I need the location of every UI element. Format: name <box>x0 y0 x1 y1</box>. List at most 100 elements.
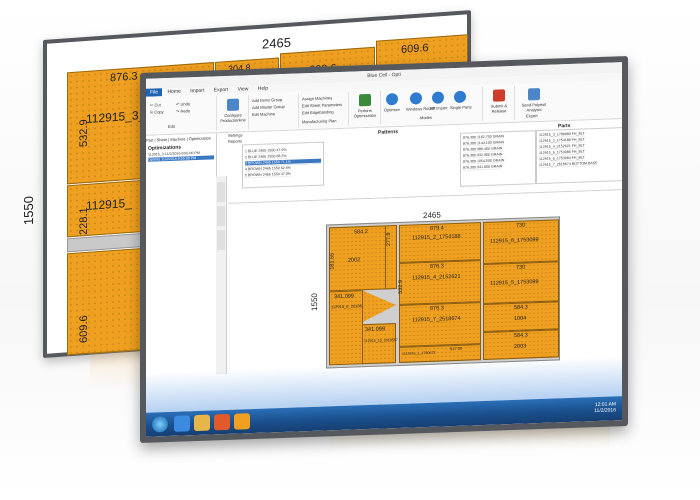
part-dimension: 730 <box>516 264 526 271</box>
part[interactable]: 584.3 2003 <box>483 329 559 361</box>
part[interactable]: 277.8 <box>385 225 397 290</box>
assign-machines-button[interactable]: Assign Machines <box>302 95 332 101</box>
side-tab[interactable] <box>217 230 225 251</box>
redo-button[interactable]: ↷ Redo <box>176 108 190 113</box>
part-dimension: 584.3 <box>514 332 528 339</box>
tab-part[interactable]: Part <box>146 138 153 143</box>
part-label: 112915_10_2018557 <box>364 338 398 344</box>
start-button-icon[interactable] <box>152 416 168 433</box>
edit-sheet-button[interactable]: Edit Sheet Parameters <box>302 102 342 108</box>
tab-optimization[interactable]: Optimization <box>189 136 211 142</box>
side-tab[interactable] <box>217 206 225 227</box>
table-row[interactable]: 876.300 941.600 GRAIN <box>463 164 503 171</box>
ribbon-group-config: Configure Productionline <box>218 95 249 131</box>
sheets-grid: 1 BLUE 2465 1550 47.9% 2 BLUE 2465 1550 … <box>242 141 324 189</box>
part[interactable]: 341.099 112915_10_2018557 <box>362 323 398 365</box>
copy-button[interactable]: ⎘ Copy <box>150 109 164 114</box>
part-dimension: 730 <box>516 222 526 229</box>
ribbon-group-edit: ✂ Cut ⎘ Copy ↶ Undo ↷ Redo Edit <box>146 96 217 133</box>
export-label: Send Polyexit Analysis <box>521 101 547 113</box>
part-label: 112915_8_2018657 <box>331 303 367 310</box>
panel-dimension: 609.6 <box>401 42 429 56</box>
optimize-icon[interactable] <box>386 92 398 106</box>
part[interactable]: 341.099 112915_8_2018657 <box>329 290 363 365</box>
ribbon-group-machines: Assign Machines Edit Sheet Parameters Ed… <box>300 91 349 128</box>
rotate-icon[interactable] <box>410 92 422 105</box>
front-window: Blue Cell - Opti File Home Import Export… <box>140 55 628 443</box>
ribbon-group-optimize: Perform Optimization <box>350 90 381 126</box>
ribbon-group-label: Modes <box>420 114 433 121</box>
tab-sheet[interactable]: Sheet <box>157 137 167 142</box>
ribbon-group-submit: Submit & Release <box>484 85 515 121</box>
browser-icon[interactable] <box>174 415 190 432</box>
ribbon-group-label: Manufacturing Plan <box>302 118 337 125</box>
undo-button[interactable]: ↶ Undo <box>176 101 190 106</box>
optimize-label: Optimize <box>384 106 400 113</box>
perform-optimization-label: Perform Optimization <box>353 107 377 119</box>
table-row[interactable]: 112915_7_2518674 BOTTOM BASE <box>539 161 598 169</box>
layout-canvas: 2465 1550 584.2 2002 181.55 277.8 341.09… <box>228 190 622 374</box>
edit-edgebanding-button[interactable]: Edit Edgebanding <box>302 109 334 115</box>
add-items-button[interactable]: Add Items Group <box>252 97 282 103</box>
part[interactable]: 584.2 2002 181.55 <box>329 225 386 292</box>
edit-machine-button[interactable]: Edit Machine <box>252 111 275 117</box>
app-icon[interactable] <box>234 413 250 430</box>
folder-icon[interactable] <box>194 414 210 432</box>
cut-button[interactable]: ✂ Cut <box>150 102 161 107</box>
configure-button-label: Configure Productionline <box>220 112 246 124</box>
list-item-selected[interactable]: Optimiz 11/2/2016 8:55:00 PM <box>148 155 214 162</box>
ribbon-group-modes: Optimize Windows Rotate FP Import Single… <box>382 87 483 125</box>
table-row[interactable]: 5 BROWN 2465 1550 47.0% <box>245 171 291 179</box>
part-dimension: 879.4 <box>430 225 444 232</box>
part[interactable]: 1112915_1_1780672 517.00 <box>399 344 481 363</box>
side-tabs <box>216 175 227 375</box>
configure-icon[interactable] <box>227 98 239 111</box>
part-dimension: 876.3 <box>430 305 444 312</box>
ribbon-group-items: Add Items Group Add Master Group Edit Ma… <box>250 93 299 130</box>
part-label: 112915_2_1754188 <box>412 233 461 242</box>
settings-label: Settings <box>228 132 243 138</box>
patterns-title: Patterns <box>378 128 399 136</box>
ribbon-group-label: Export <box>526 113 538 119</box>
submit-icon[interactable] <box>493 89 505 102</box>
tab-machine[interactable]: Machine <box>170 136 185 142</box>
sheet: 584.2 2002 181.55 277.8 341.099 112915_8… <box>326 216 560 369</box>
part-dimension: 532.9 <box>397 279 404 294</box>
part[interactable]: 876.3 112915_4_2152621 532.9 <box>397 260 481 305</box>
sheet-height-label: 1550 <box>21 195 36 226</box>
part[interactable]: 730 112915_6_1753099 <box>483 219 559 265</box>
media-icon[interactable] <box>214 413 230 431</box>
part[interactable] <box>362 289 396 322</box>
ribbon-group-label: Edit <box>168 123 175 130</box>
panel-dimension: 876.3 <box>110 70 138 85</box>
part-label: 1112915_1_1780672 <box>402 350 436 356</box>
app-screen: Blue Cell - Opti File Home Import Export… <box>146 62 622 437</box>
submit-label: Submit & Release <box>490 103 508 114</box>
part-label: 2002 <box>348 257 361 264</box>
part-dimension: 341.099 <box>365 326 385 334</box>
part[interactable]: 584.3 1004 <box>483 301 559 333</box>
system-clock[interactable]: 12:01 AM 11/2/2016 <box>594 401 616 414</box>
part[interactable]: 730 112915_5_1753099 <box>483 261 559 305</box>
panel-label: 112915_ <box>86 195 132 213</box>
clock-date: 11/2/2016 <box>594 407 616 415</box>
ribbon-group-export: Send Polyexit Analysis Export <box>516 85 552 120</box>
part-label: 112915_6_1753099 <box>490 237 539 245</box>
import-icon[interactable] <box>432 91 444 104</box>
left-panel: Part | Sheet | Machine | Optimization Op… <box>146 133 217 377</box>
part-label: 112915_7_2518674 <box>412 315 461 324</box>
part[interactable]: 879.4 112915_2_1754188 <box>399 222 481 263</box>
part-label: 2003 <box>514 343 527 350</box>
part-label: 112915_4_2152621 <box>412 273 461 282</box>
single-parts-icon[interactable] <box>454 90 466 104</box>
part[interactable]: 876.3 112915_7_2518674 <box>399 302 481 347</box>
parts-grid: 112915_3_1786880 FH_BLT 112915_2_1754188… <box>536 127 622 185</box>
export-icon[interactable] <box>528 88 540 101</box>
panel-dimension: 228.1 <box>77 206 90 236</box>
side-tab[interactable] <box>217 182 225 203</box>
add-master-button[interactable]: Add Master Group <box>252 104 285 110</box>
left-panel-tabs: Part | Sheet | Machine | Optimization <box>146 135 211 143</box>
part-dimension: 181.55 <box>329 252 336 270</box>
import-label: FP Import <box>430 105 448 111</box>
optimization-icon[interactable] <box>359 93 371 107</box>
